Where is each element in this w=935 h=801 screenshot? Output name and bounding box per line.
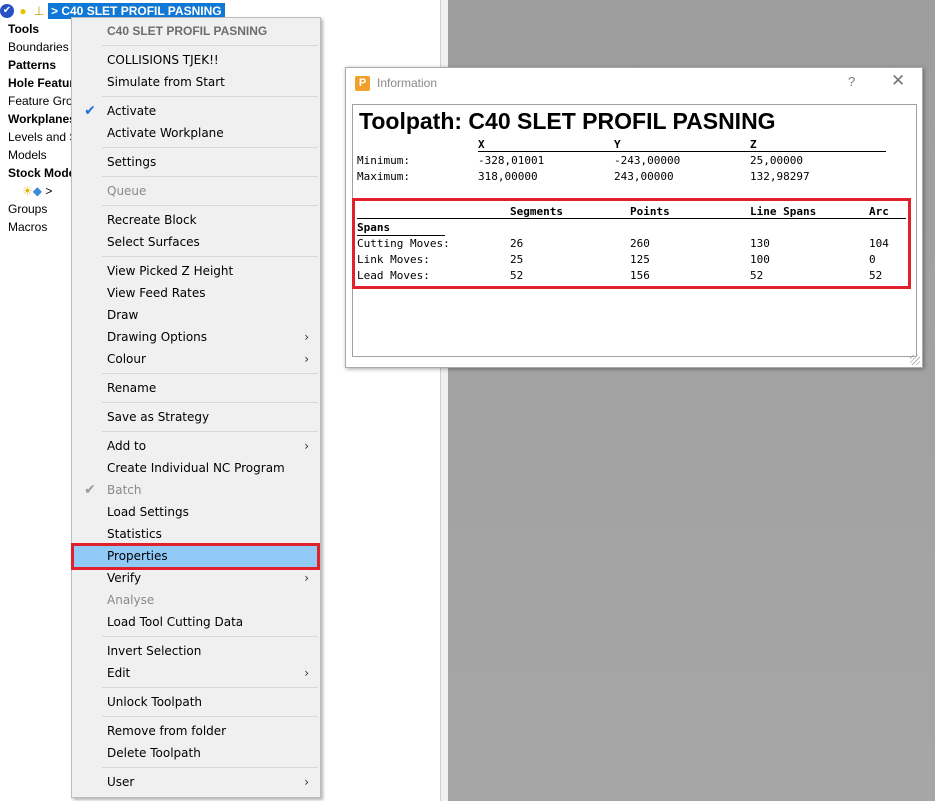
resize-grip-icon[interactable] (910, 355, 920, 365)
menu-separator (102, 716, 318, 717)
menu-item-activate-workplane[interactable]: Activate Workplane (73, 122, 319, 144)
tree-item-hole-features[interactable]: Hole Featur (8, 74, 74, 92)
dialog-title: Information (377, 76, 438, 90)
sun-icon: ☀ (22, 184, 33, 198)
chevron-right-icon: › (304, 666, 309, 680)
menu-item-load-tool-cutting-data[interactable]: Load Tool Cutting Data (73, 611, 319, 633)
menu-item-drawing-options[interactable]: Drawing Options › (73, 326, 319, 348)
menu-item-create-nc-program[interactable]: Create Individual NC Program (73, 457, 319, 479)
menu-item-label: Activate (107, 104, 157, 118)
menu-item-unlock-toolpath[interactable]: Unlock Toolpath (73, 691, 319, 713)
maximum-x: 318,00000 (478, 170, 538, 183)
axis-y-header: Y (614, 138, 621, 151)
menu-separator (102, 96, 318, 97)
menu-separator (102, 431, 318, 432)
annotation-highlight-box (71, 543, 320, 570)
chevron-right-icon: › (304, 775, 309, 789)
menu-separator (102, 256, 318, 257)
menu-item-verify[interactable]: Verify › (73, 567, 319, 589)
menu-item-add-to[interactable]: Add to › (73, 435, 319, 457)
menu-item-draw[interactable]: Draw (73, 304, 319, 326)
tool-icon: ⊥ (33, 4, 45, 18)
check-icon: ✔ (84, 482, 96, 498)
menu-item-invert-selection[interactable]: Invert Selection (73, 640, 319, 662)
chevron-right-icon: › (304, 330, 309, 344)
menu-separator (102, 636, 318, 637)
menu-item-edit[interactable]: Edit › (73, 662, 319, 684)
maximum-z: 132,98297 (750, 170, 810, 183)
axis-z-header: Z (750, 138, 757, 151)
tree-item-models[interactable]: Models (8, 146, 47, 164)
menu-item-label: Batch (107, 483, 142, 497)
active-check-icon: ✔ (0, 4, 14, 18)
menu-item-batch: ✔ Batch (73, 479, 319, 501)
lightbulb-icon: ● (19, 4, 27, 18)
menu-item-select-surfaces[interactable]: Select Surfaces (73, 231, 319, 253)
tree-item-macros[interactable]: Macros (8, 218, 47, 236)
menu-separator (102, 402, 318, 403)
menu-separator (102, 687, 318, 688)
menu-header: C40 SLET PROFIL PASNING (107, 24, 268, 38)
minimum-x: -328,01001 (478, 154, 545, 167)
header-underline (478, 151, 886, 152)
menu-item-analyse: Analyse (107, 593, 155, 607)
minimum-label: Minimum: (357, 154, 410, 167)
menu-item-settings[interactable]: Settings (73, 151, 319, 173)
menu-item-colour[interactable]: Colour › (73, 348, 319, 370)
context-menu: C40 SLET PROFIL PASNING COLLISIONS TJEK!… (71, 17, 321, 798)
chevron-right-icon: › (304, 571, 309, 585)
tree-item-stock-model-child[interactable]: ☀◆ > (22, 182, 52, 200)
menu-item-view-feed-rates[interactable]: View Feed Rates (73, 282, 319, 304)
maximum-label: Maximum: (357, 170, 410, 183)
axis-x-header: X (478, 138, 485, 151)
tree-item-tools[interactable]: Tools (8, 20, 39, 38)
tree-item-boundaries[interactable]: Boundaries (8, 38, 69, 56)
menu-item-simulate[interactable]: Simulate from Start (73, 71, 319, 93)
info-heading: Toolpath: C40 SLET PROFIL PASNING (359, 108, 776, 134)
minimum-y: -243,00000 (614, 154, 681, 167)
chevron-right-icon: › (304, 439, 309, 453)
app-logo-icon: P (355, 76, 370, 91)
close-button[interactable]: ✕ (891, 71, 905, 91)
menu-item-activate[interactable]: ✔ Activate (73, 100, 319, 122)
maximum-y: 243,00000 (614, 170, 674, 183)
menu-item-queue: Queue (107, 184, 147, 198)
stock-box-icon: ◆ (32, 184, 42, 198)
menu-separator (102, 176, 318, 177)
menu-item-user[interactable]: User › (73, 771, 319, 793)
menu-item-remove-from-folder[interactable]: Remove from folder (73, 720, 319, 742)
menu-separator (102, 373, 318, 374)
tree-item-child-label: > (45, 184, 53, 198)
menu-item-label: Verify (107, 571, 142, 585)
menu-item-collisions[interactable]: COLLISIONS TJEK!! (73, 49, 319, 71)
menu-separator (102, 45, 318, 46)
menu-separator (102, 147, 318, 148)
menu-item-recreate-block[interactable]: Recreate Block (73, 209, 319, 231)
menu-item-label: Colour (107, 352, 146, 366)
chevron-right-icon: › (304, 352, 309, 366)
menu-item-save-strategy[interactable]: Save as Strategy (73, 406, 319, 428)
tree-item-feature-groups[interactable]: Feature Grou (8, 92, 79, 110)
menu-item-label: Drawing Options (107, 330, 208, 344)
help-button[interactable]: ? (848, 74, 855, 89)
menu-item-label: Add to (107, 439, 147, 453)
tree-item-stock-models[interactable]: Stock Mode (8, 164, 75, 182)
menu-item-view-picked-z[interactable]: View Picked Z Height (73, 260, 319, 282)
menu-item-rename[interactable]: Rename (73, 377, 319, 399)
menu-item-load-settings[interactable]: Load Settings (73, 501, 319, 523)
menu-item-statistics[interactable]: Statistics (73, 523, 319, 545)
tree-item-patterns[interactable]: Patterns (8, 56, 56, 74)
tree-item-levels[interactable]: Levels and S (8, 128, 77, 146)
minimum-z: 25,00000 (750, 154, 803, 167)
check-icon: ✔ (84, 103, 96, 119)
menu-separator (102, 767, 318, 768)
menu-separator (102, 205, 318, 206)
menu-item-delete-toolpath[interactable]: Delete Toolpath (73, 742, 319, 764)
menu-item-label: Edit (107, 666, 131, 680)
dialog-titlebar[interactable]: P Information ? ✕ (346, 68, 922, 98)
annotation-highlight-box (352, 198, 911, 289)
tree-item-groups[interactable]: Groups (8, 200, 47, 218)
tree-item-workplanes[interactable]: Workplanes (8, 110, 76, 128)
menu-item-label: User (107, 775, 135, 789)
